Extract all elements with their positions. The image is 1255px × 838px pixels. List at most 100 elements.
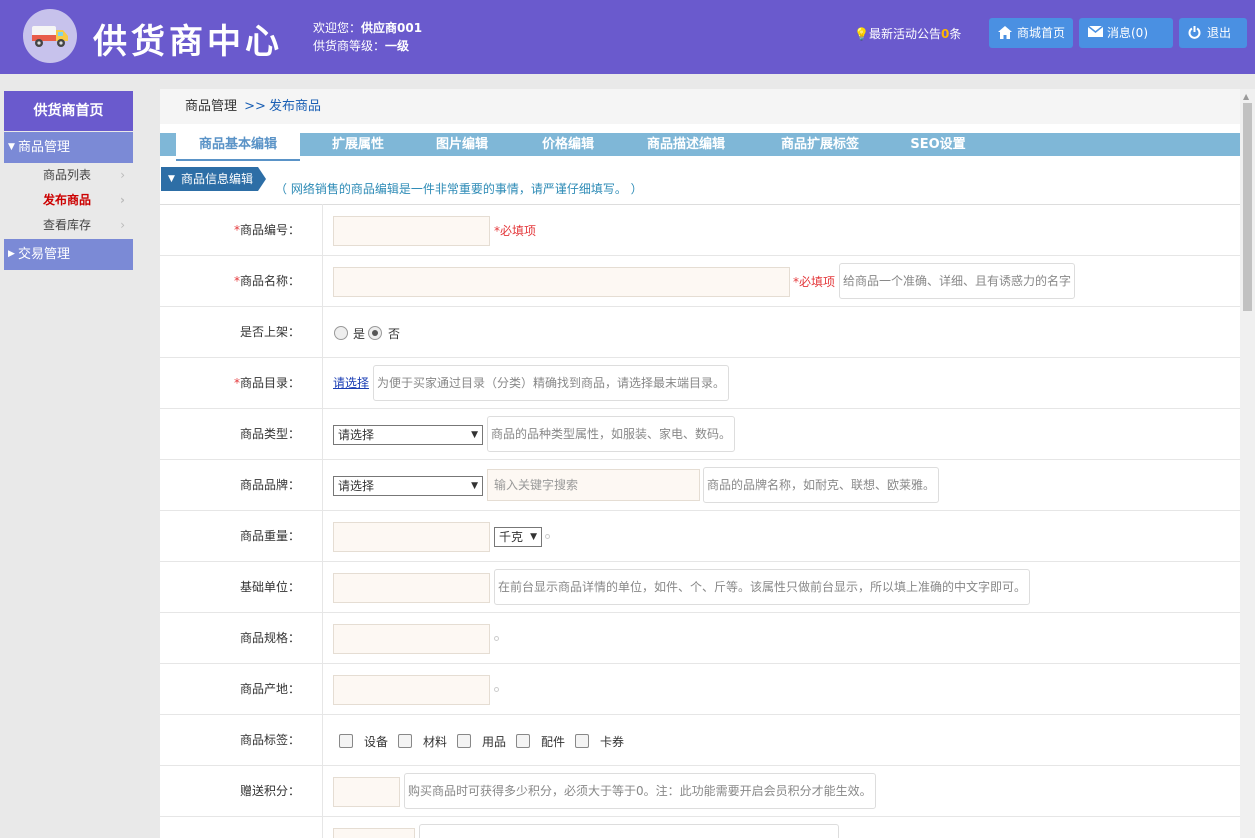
- field-label: 是否上架：: [239, 325, 300, 339]
- scrollbar-thumb[interactable]: [1243, 103, 1252, 311]
- breadcrumb-separator: >>: [244, 99, 266, 114]
- origin-input[interactable]: [333, 675, 490, 705]
- sidebar-item-label: 查看库存: [43, 218, 92, 232]
- select-value: 千克: [499, 530, 524, 544]
- tab-seo[interactable]: SEO设置: [902, 133, 974, 156]
- sidebar-submenu: 商品列表 › 发布商品 › 查看库存 ›: [4, 163, 133, 238]
- chevron-right-icon: ›: [120, 218, 125, 232]
- points-input[interactable]: [333, 777, 400, 807]
- field-label: 赠送积分：: [239, 784, 300, 798]
- sidebar-group-trade[interactable]: ▶ 交易管理: [4, 239, 133, 270]
- sidebar-home[interactable]: 供货商首页: [4, 91, 133, 131]
- home-icon: [998, 26, 1012, 39]
- mall-home-label: 商城首页: [1017, 26, 1066, 40]
- logo: [23, 9, 77, 63]
- tab-images[interactable]: 图片编辑: [424, 133, 500, 156]
- welcome-prefix: 欢迎您：: [313, 21, 362, 35]
- tab-basic[interactable]: 商品基本编辑: [176, 133, 300, 161]
- status-dot: [494, 687, 499, 692]
- tab-ext-tags[interactable]: 商品扩展标签: [770, 133, 870, 156]
- tab-ext-attrs[interactable]: 扩展属性: [320, 133, 396, 156]
- goods-code-input[interactable]: [333, 216, 490, 246]
- caret-down-icon: ▼: [8, 142, 15, 152]
- tag-label: 配件: [541, 735, 566, 749]
- tag-label: 材料: [423, 735, 448, 749]
- tag-checkbox-supplies[interactable]: [457, 734, 471, 748]
- tag-label: 用品: [482, 735, 507, 749]
- next-input[interactable]: [333, 828, 415, 838]
- form-row-origin: 商品产地：: [160, 664, 1240, 715]
- user-name: 供应商001: [361, 21, 423, 35]
- field-label: *商品名称：: [160, 256, 300, 307]
- field-label: *商品目录：: [160, 358, 300, 409]
- tab-description[interactable]: 商品描述编辑: [636, 133, 736, 156]
- field-label: 商品规格：: [239, 631, 300, 645]
- field-label: 商品产地：: [239, 682, 300, 696]
- tag-checkbox-equipment[interactable]: [339, 734, 353, 748]
- name-label: 商品名称：: [239, 274, 300, 288]
- field-label: 商品标签：: [239, 733, 300, 747]
- onsale-yes-label: 是: [353, 327, 366, 341]
- base-unit-input[interactable]: [333, 573, 490, 603]
- weight-input[interactable]: [333, 522, 490, 552]
- form-row-points: 赠送积分： 购买商品时可获得多少积分，必须大于等于0。注：此功能需要开启会员积分…: [160, 766, 1240, 817]
- tag-label: 卡券: [600, 735, 625, 749]
- welcome-info: 欢迎您：供应商001 供货商等级：一级: [313, 19, 422, 55]
- chevron-right-icon: ›: [120, 168, 125, 182]
- field-label: 商品重量：: [239, 529, 300, 543]
- logout-button[interactable]: 退出: [1179, 18, 1247, 48]
- onsale-no-radio[interactable]: [368, 326, 382, 340]
- form-row-next: [160, 817, 1240, 838]
- section-title: ▼ 商品信息编辑: [161, 167, 266, 191]
- sidebar-group-goods[interactable]: ▼ 商品管理: [4, 132, 133, 163]
- user-level: 一级: [385, 39, 410, 53]
- tag-checkbox-coupon[interactable]: [575, 734, 589, 748]
- goods-type-select[interactable]: 请选择 ▼: [333, 425, 483, 445]
- form-row-spec: 商品规格：: [160, 613, 1240, 664]
- section-title-text: 商品信息编辑: [181, 172, 254, 186]
- main-content: 商品管理 >> 发布商品 商品基本编辑 扩展属性 图片编辑 价格编辑 商品描述编辑…: [160, 89, 1240, 838]
- form-row-weight: 商品重量： 千克 ▼: [160, 511, 1240, 562]
- sidebar-item-label: 发布商品: [43, 193, 92, 207]
- unit-tip: 在前台显示商品详情的单位，如件、个、斤等。该属性只做前台显示，所以填上准确的中文…: [494, 569, 1031, 605]
- goods-name-input[interactable]: [333, 267, 790, 297]
- scroll-up-icon[interactable]: ▲: [1243, 92, 1249, 101]
- category-select-link[interactable]: 请选择: [333, 374, 369, 391]
- next-tip: [419, 824, 839, 838]
- onsale-no-label: 否: [388, 327, 401, 341]
- select-value: 请选择: [338, 428, 375, 442]
- spec-input[interactable]: [333, 624, 490, 654]
- scrollbar[interactable]: ▲: [1240, 89, 1255, 838]
- sidebar: 供货商首页 ▼ 商品管理 商品列表 › 发布商品 › 查看库存 › ▶ 交易管理: [4, 91, 133, 270]
- category-tip: 为便于买家通过目录（分类）精确找到商品，请选择最末端目录。: [373, 365, 730, 401]
- caret-down-icon: ▼: [471, 481, 478, 491]
- tab-bar: 商品基本编辑 扩展属性 图片编辑 价格编辑 商品描述编辑 商品扩展标签 SEO设…: [160, 133, 1240, 161]
- form-row-code: *商品编号： *必填项: [160, 205, 1240, 256]
- tab-price[interactable]: 价格编辑: [530, 133, 606, 156]
- envelope-icon: [1088, 26, 1103, 37]
- announcement-notice[interactable]: 💡最新活动公告0条: [854, 25, 961, 42]
- sidebar-item-goods-list[interactable]: 商品列表 ›: [4, 163, 133, 188]
- level-prefix: 供货商等级：: [313, 39, 386, 53]
- brand-search-input[interactable]: 输入关键字搜索: [487, 469, 700, 501]
- caret-down-icon: ▼: [471, 430, 478, 440]
- mall-home-button[interactable]: 商城首页: [989, 18, 1073, 48]
- weight-unit-select[interactable]: 千克 ▼: [494, 527, 542, 547]
- tag-checkbox-material[interactable]: [398, 734, 412, 748]
- onsale-yes-radio[interactable]: [334, 326, 348, 340]
- tag-checkbox-parts[interactable]: [516, 734, 530, 748]
- truck-icon: [32, 26, 68, 47]
- form-row-brand: 商品品牌： 请选择 ▼ 输入关键字搜索 商品的品牌名称，如耐克、联想、欧莱雅。: [160, 460, 1240, 511]
- sidebar-item-stock[interactable]: 查看库存 ›: [4, 213, 133, 238]
- required-hint: *必填项: [494, 224, 537, 238]
- form-row-tags: 商品标签： 设备 材料 用品 配件 卡券: [160, 715, 1240, 766]
- chevron-right-icon: ›: [120, 193, 125, 207]
- notice-label: 最新活动公告: [868, 27, 941, 41]
- messages-button[interactable]: 消息(0): [1079, 18, 1173, 48]
- sidebar-item-publish-goods[interactable]: 发布商品 ›: [4, 188, 133, 213]
- notice-unit: 条: [949, 27, 962, 41]
- brand-select[interactable]: 请选择 ▼: [333, 476, 483, 496]
- breadcrumb-parent[interactable]: 商品管理: [185, 99, 237, 114]
- form-row-onsale: 是否上架： 是 否: [160, 307, 1240, 358]
- messages-label: 消息(0): [1107, 26, 1148, 40]
